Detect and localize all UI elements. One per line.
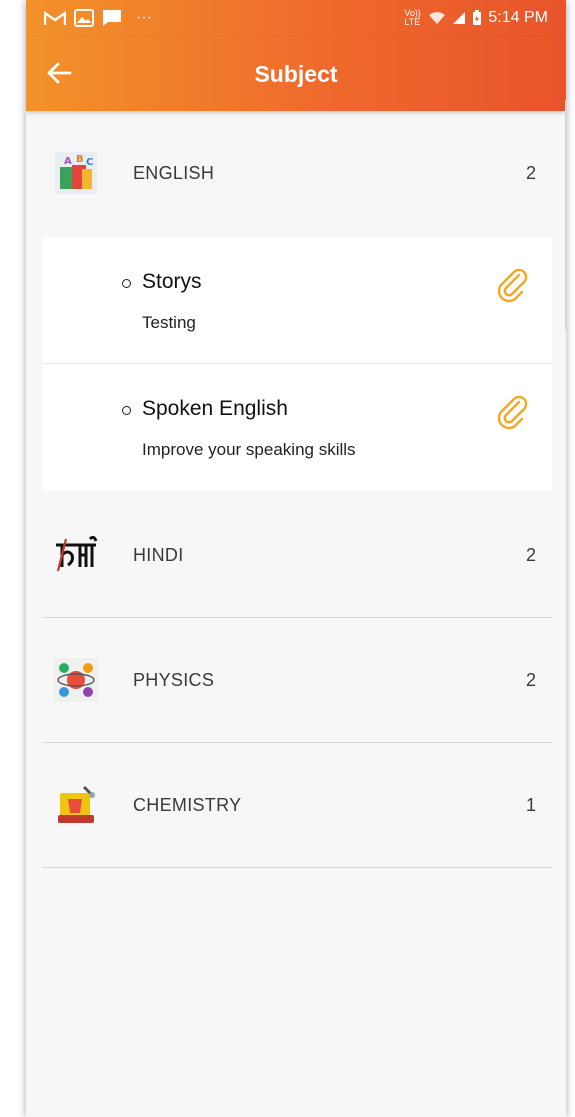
status-time: 5:14 PM — [488, 9, 548, 26]
message-icon — [102, 9, 122, 27]
subject-count: 2 — [525, 163, 536, 183]
subject-row-hindi[interactable]: HINDI 2 — [42, 493, 552, 618]
app-screen: ··· Vo)) LTE 5:14 PM Subject A B C ENGLI… — [26, 0, 566, 1117]
volte-label: Vo)) LTE — [404, 8, 421, 27]
bullet-icon — [122, 406, 131, 415]
subject-count: 1 — [525, 795, 536, 815]
scrollbar[interactable] — [562, 100, 566, 330]
wifi-icon — [428, 11, 446, 25]
subject-row-chemistry[interactable]: CHEMISTRY 1 — [42, 743, 552, 868]
gmail-icon — [44, 10, 66, 26]
subject-count: 2 — [525, 670, 536, 690]
english-books-icon: A B C — [52, 149, 100, 197]
page-title: Subject — [254, 61, 338, 87]
status-bar: ··· Vo)) LTE 5:14 PM — [26, 0, 566, 37]
signal-icon — [452, 11, 466, 25]
topic-item-spoken-english[interactable]: Spoken English Improve your speaking ski… — [42, 364, 552, 491]
svg-text:A: A — [64, 156, 72, 167]
paperclip-icon[interactable] — [492, 392, 530, 430]
physics-icon — [52, 656, 100, 704]
subject-row-physics[interactable]: PHYSICS 2 — [42, 618, 552, 743]
subject-row-english[interactable]: A B C ENGLISH 2 — [42, 111, 552, 236]
chemistry-icon — [52, 781, 100, 829]
status-more: ··· — [136, 9, 152, 26]
english-topic-list: Storys Testing Spoken English Improve yo… — [42, 237, 552, 491]
topic-item-storys[interactable]: Storys Testing — [42, 237, 552, 364]
app-bar: Subject — [26, 37, 566, 111]
subject-count: 2 — [525, 545, 536, 565]
subject-name: ENGLISH — [133, 163, 215, 183]
subject-name: CHEMISTRY — [133, 795, 242, 815]
subject-name: PHYSICS — [133, 670, 215, 690]
topic-title: Spoken English — [142, 397, 288, 420]
topic-title: Storys — [142, 270, 202, 293]
svg-text:B: B — [76, 154, 84, 165]
battery-icon — [472, 10, 482, 26]
status-left: ··· — [44, 9, 152, 27]
hindi-script-icon — [52, 531, 100, 579]
gallery-icon — [74, 9, 94, 27]
topic-description: Testing — [142, 313, 196, 332]
subject-name: HINDI — [133, 545, 184, 565]
svg-text:C: C — [86, 157, 93, 168]
bullet-icon — [122, 279, 131, 288]
topic-description: Improve your speaking skills — [142, 440, 356, 459]
status-right: Vo)) LTE 5:14 PM — [404, 9, 548, 27]
paperclip-icon[interactable] — [492, 265, 530, 303]
